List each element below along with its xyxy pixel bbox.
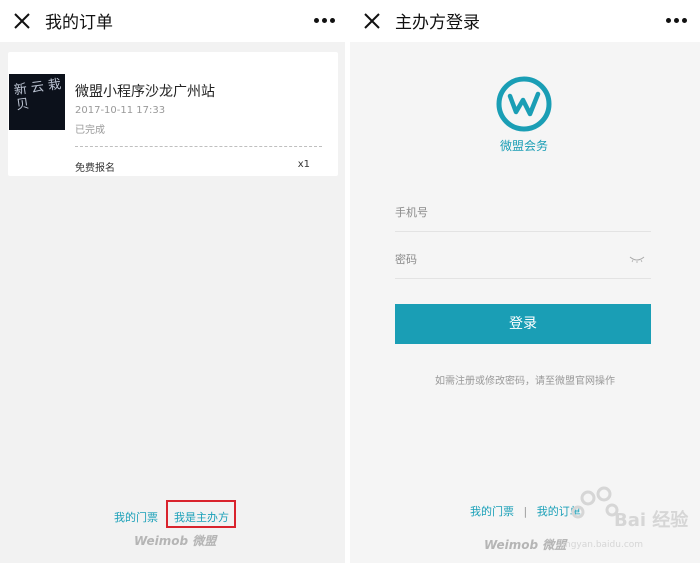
password-field[interactable]: 密码: [395, 239, 651, 279]
navbar: 主办方登录: [350, 0, 700, 42]
watermark-text: Bai 经验: [614, 510, 689, 531]
phone-field[interactable]: 手机号: [395, 192, 651, 232]
login-hint: 如需注册或修改密码，请至微盟官网操作: [435, 376, 615, 387]
login-button[interactable]: 登录: [395, 304, 651, 344]
phone-placeholder: 手机号: [395, 206, 428, 219]
highlight-box: [166, 500, 236, 528]
footer-separator: |: [523, 505, 528, 518]
order-time: 2017-10-11 17:33: [75, 105, 166, 116]
logo-text: 微盟会务: [499, 139, 548, 153]
order-screen: 我的订单 新 云 栽 贝 微盟小程序沙龙广州站 2017-10-11 17:33…: [0, 0, 345, 563]
my-tickets-link[interactable]: 我的门票: [114, 509, 158, 525]
thumbnail-text: 新 云 栽 贝: [13, 77, 63, 114]
eye-icon[interactable]: [629, 255, 645, 263]
logo-icon: [496, 76, 552, 132]
order-list: 新 云 栽 贝 微盟小程序沙龙广州站 2017-10-11 17:33 已完成 …: [0, 42, 345, 563]
more-icon[interactable]: [666, 18, 688, 24]
ticket-name: 免费报名: [75, 163, 115, 174]
more-icon[interactable]: [314, 18, 336, 24]
ticket-quantity: x1: [297, 159, 310, 170]
footer-nav: 我的门票: [114, 509, 158, 525]
watermark-url: jingyan.baidu.com: [560, 540, 644, 550]
close-icon[interactable]: [10, 9, 34, 33]
event-thumbnail: 新 云 栽 贝: [9, 74, 65, 130]
navbar: 我的订单: [0, 0, 345, 42]
order-title: 微盟小程序沙龙广州站: [75, 84, 215, 100]
page-title: 我的订单: [45, 13, 113, 33]
my-tickets-link[interactable]: 我的门票: [470, 503, 514, 519]
organizer-login-screen: 主办方登录 微盟会务 手机号 密码 登录 如需注册或修改密码，请至微盟官网操作 …: [350, 0, 700, 563]
brand-logo: Weimob 微盟: [134, 534, 217, 548]
close-icon[interactable]: [360, 9, 384, 33]
order-card[interactable]: 新 云 栽 贝 微盟小程序沙龙广州站 2017-10-11 17:33 已完成 …: [8, 52, 338, 176]
divider: [75, 146, 322, 147]
password-placeholder: 密码: [395, 253, 417, 266]
page-title: 主办方登录: [395, 13, 480, 33]
order-status: 已完成: [75, 125, 105, 136]
